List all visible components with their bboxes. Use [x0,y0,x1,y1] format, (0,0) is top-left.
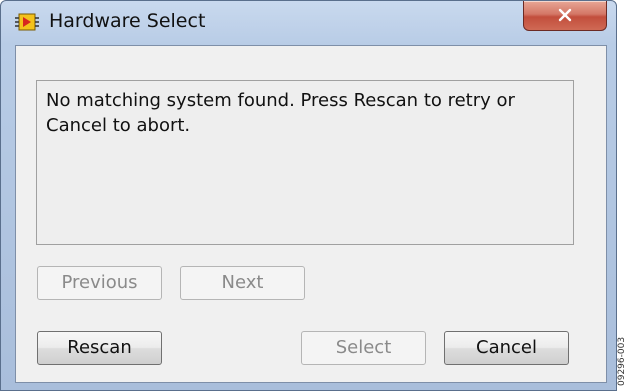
title-bar[interactable]: Hardware Select [1,1,616,39]
window-title: Hardware Select [49,10,206,32]
previous-button[interactable]: Previous [37,266,162,300]
select-button[interactable]: Select [301,331,426,365]
hardware-select-window: Hardware Select No matching system found… [0,0,617,391]
cancel-button[interactable]: Cancel [444,331,569,365]
rescan-button[interactable]: Rescan [37,331,162,365]
message-box: No matching system found. Press Rescan t… [36,80,574,245]
figure-code: 09296-003 [617,336,627,386]
close-button[interactable] [523,1,607,31]
next-button[interactable]: Next [180,266,305,300]
app-icon [15,12,39,32]
close-icon [558,8,572,22]
dialog-client-area: No matching system found. Press Rescan t… [15,45,607,383]
